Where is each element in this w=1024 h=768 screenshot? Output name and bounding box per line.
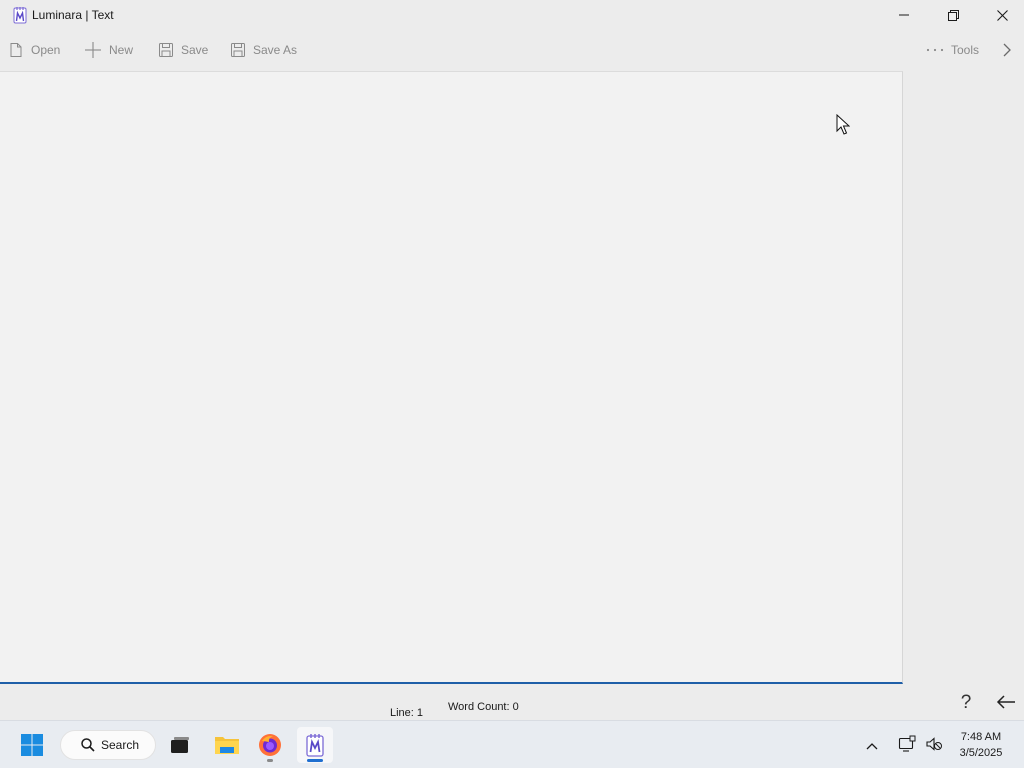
firefox-icon: [259, 734, 281, 756]
chevron-up-icon: [866, 743, 878, 750]
minimize-icon: [899, 14, 909, 16]
plus-icon: [85, 42, 101, 58]
window-title: Luminara | Text: [32, 8, 114, 22]
file-explorer-button[interactable]: [209, 727, 245, 763]
arrow-left-icon: [996, 695, 1015, 709]
system-clock[interactable]: 7:48 AM 3/5/2025: [948, 729, 1014, 761]
toolbar: Open New Save Save As Tools: [0, 30, 1024, 70]
show-hidden-icons-button[interactable]: [866, 737, 878, 755]
save-button[interactable]: Save: [158, 40, 208, 60]
new-button[interactable]: New: [84, 40, 133, 60]
open-file-icon: [10, 43, 22, 57]
volume-muted-icon: [926, 737, 942, 751]
open-label: Open: [31, 43, 61, 57]
help-button[interactable]: ?: [956, 692, 976, 714]
network-icon: [898, 735, 916, 752]
tools-button[interactable]: Tools: [926, 40, 979, 60]
luminara-active-indicator: [307, 759, 323, 762]
taskbar-search[interactable]: Search: [60, 730, 156, 760]
luminara-taskbar-button[interactable]: [297, 727, 333, 763]
network-status[interactable]: [898, 735, 916, 758]
mouse-cursor-icon: [836, 114, 850, 135]
clock-date: 3/5/2025: [959, 747, 1003, 759]
start-icon: [21, 734, 43, 756]
save-as-icon: [231, 43, 245, 57]
new-label: New: [109, 43, 134, 57]
firefox-running-indicator: [267, 759, 273, 762]
search-label: Search: [101, 738, 140, 752]
task-view-icon: [171, 737, 189, 753]
file-explorer-icon: [215, 737, 239, 754]
close-icon: [996, 9, 1008, 21]
side-panel: [903, 71, 1024, 684]
status-bar: Line: 1 Word Count: 0 ?: [0, 686, 1024, 720]
firefox-button[interactable]: [252, 727, 288, 763]
line-indicator: Line: 1: [390, 707, 424, 719]
toolbar-expand-button[interactable]: [1002, 42, 1012, 63]
volume-status[interactable]: [925, 736, 943, 757]
minimize-button[interactable]: [880, 0, 928, 30]
close-button[interactable]: [978, 0, 1024, 30]
back-button[interactable]: [996, 694, 1016, 715]
text-editor[interactable]: [0, 71, 903, 684]
word-count: Word Count: 0: [448, 701, 519, 713]
open-button[interactable]: Open: [8, 40, 60, 60]
tools-label: Tools: [951, 43, 980, 57]
search-icon: [81, 738, 95, 752]
save-as-label: Save As: [253, 43, 298, 57]
chevron-right-icon: [1003, 43, 1011, 57]
taskbar: Search 7:48 AM 3/5/2025: [0, 720, 1024, 768]
more-dots-icon: [926, 48, 944, 52]
title-bar: Luminara | Text: [0, 0, 1024, 30]
task-view-button[interactable]: [162, 727, 198, 763]
restore-icon: [947, 9, 959, 21]
clock-time: 7:48 AM: [960, 731, 1002, 743]
save-label: Save: [181, 43, 209, 57]
save-as-button[interactable]: Save As: [230, 40, 297, 60]
luminara-icon: [306, 734, 324, 757]
restore-button[interactable]: [929, 0, 977, 30]
luminara-app-icon: [13, 7, 27, 24]
save-icon: [159, 43, 173, 57]
start-button[interactable]: [14, 727, 50, 763]
